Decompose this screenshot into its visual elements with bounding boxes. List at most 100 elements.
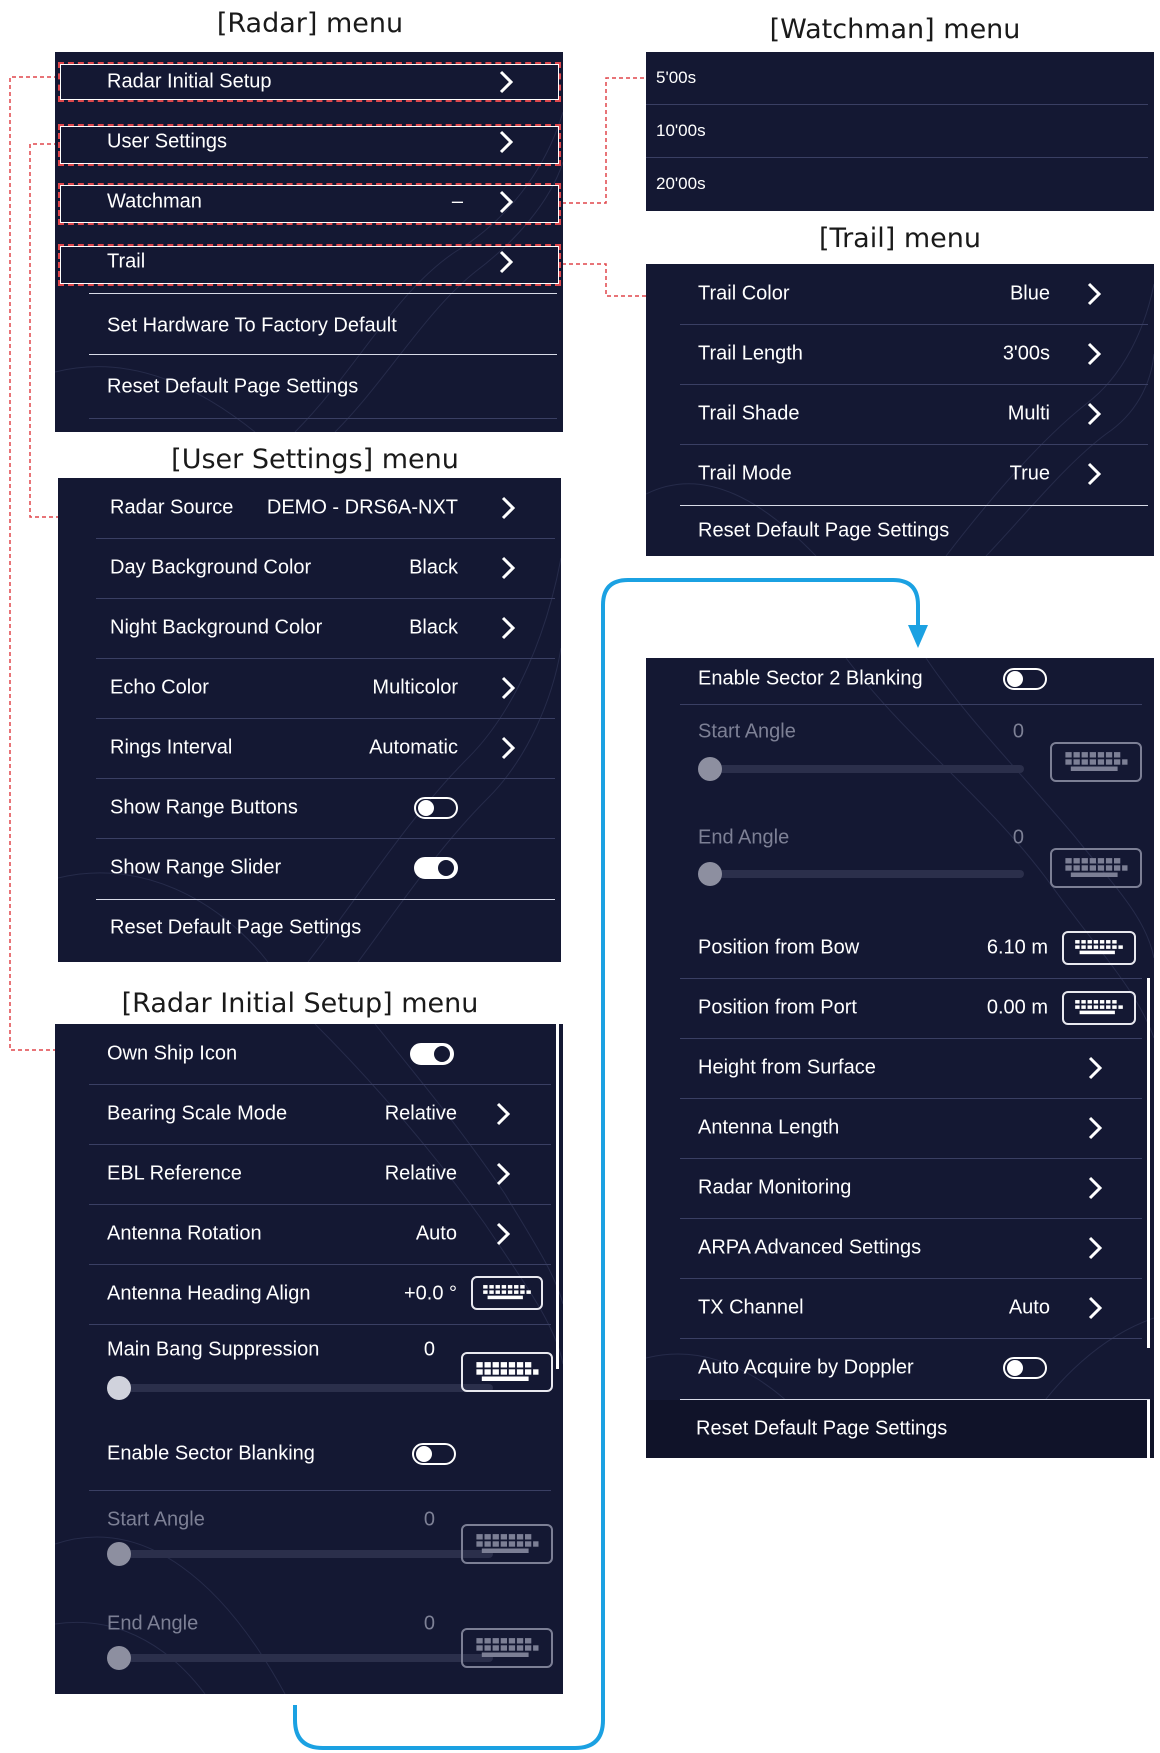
item-label: Start Angle [107, 1508, 205, 1531]
tx-channel-row[interactable]: TX Channel Auto [646, 1278, 1154, 1338]
item-label: Enable Sector Blanking [107, 1442, 315, 1465]
option-label: 10'00s [656, 121, 706, 140]
trail-reset-row[interactable]: Reset Default Page Settings [646, 506, 1154, 556]
option-label: 20'00s [656, 174, 706, 193]
trail-length-row[interactable]: Trail Length 3'00s [646, 324, 1154, 384]
item-value: Blue [1009, 282, 1050, 305]
user-settings-reset-row[interactable]: Reset Default Page Settings [58, 900, 561, 956]
keyboard-icon[interactable] [1062, 931, 1136, 965]
keyboard-icon[interactable] [1062, 991, 1136, 1025]
keyboard-icon[interactable] [461, 1628, 553, 1668]
bearing-scale-mode-row[interactable]: Bearing Scale Mode Relative [55, 1084, 563, 1144]
radar-menu-item-factory-default[interactable]: Set Hardware To Factory Default [55, 298, 563, 354]
end-angle-2-row: End Angle 0 [646, 808, 1154, 914]
main-bang-slider-thumb[interactable] [107, 1376, 131, 1400]
item-label: Show Range Slider [110, 856, 282, 879]
item-value: 0 [423, 1508, 435, 1531]
keyboard-icon[interactable] [461, 1524, 553, 1564]
rings-interval-row[interactable]: Rings Interval Automatic [58, 718, 561, 778]
item-value: 3'00s [1002, 342, 1050, 365]
auto-acquire-doppler-row: Auto Acquire by Doppler [646, 1338, 1154, 1398]
antenna-length-row[interactable]: Antenna Length [646, 1098, 1154, 1158]
item-value: Auto [1008, 1296, 1050, 1319]
end-angle-slider-track[interactable] [113, 1654, 493, 1662]
radar-source-row[interactable]: Radar Source DEMO - DRS6A-NXT [58, 478, 561, 538]
end-angle-2-slider-thumb[interactable] [698, 862, 722, 886]
item-label: Reset Default Page Settings [107, 375, 359, 398]
radar-menu-panel: Radar Initial Setup User Settings Watchm… [55, 52, 563, 432]
auto-acquire-doppler-toggle[interactable] [1003, 1357, 1047, 1379]
keyboard-keys [1065, 858, 1128, 877]
ebl-reference-row[interactable]: EBL Reference Relative [55, 1144, 563, 1204]
watchman-option[interactable]: 10'00s [646, 105, 1154, 157]
item-value: Relative [384, 1102, 457, 1125]
start-angle-2-row: Start Angle 0 [646, 704, 1154, 808]
item-label: Antenna Heading Align [107, 1282, 311, 1305]
keyboard-icon[interactable] [461, 1352, 553, 1392]
show-range-buttons-toggle[interactable] [414, 797, 458, 819]
item-label: TX Channel [698, 1296, 804, 1319]
trail-color-row[interactable]: Trail Color Blue [646, 264, 1154, 324]
item-label: Enable Sector 2 Blanking [698, 667, 923, 690]
antenna-rotation-row[interactable]: Antenna Rotation Auto [55, 1204, 563, 1264]
height-from-surface-row[interactable]: Height from Surface [646, 1038, 1154, 1098]
item-label: Reset Default Page Settings [110, 916, 362, 939]
start-angle-slider-thumb[interactable] [107, 1542, 131, 1566]
trail-mode-row[interactable]: Trail Mode True [646, 444, 1154, 504]
radar-menu-item-reset[interactable]: Reset Default Page Settings [55, 359, 563, 415]
start-angle-slider-track[interactable] [113, 1550, 493, 1558]
keyboard-keys [476, 1534, 539, 1553]
user-settings-menu-caption: [User Settings] menu [171, 444, 459, 475]
start-angle-2-slider-track[interactable] [704, 765, 1024, 773]
main-bang-slider-track[interactable] [113, 1384, 493, 1392]
chevron-right-icon [501, 496, 515, 520]
item-label: Bearing Scale Mode [107, 1102, 288, 1125]
chevron-right-icon [1088, 1116, 1102, 1140]
radar-monitoring-row[interactable]: Radar Monitoring [646, 1158, 1154, 1218]
radar-menu-caption: [Radar] menu [216, 8, 404, 39]
chevron-right-icon [1087, 402, 1101, 426]
initial-setup-reset-row[interactable]: Reset Default Page Settings [646, 1400, 1154, 1458]
item-label: EBL Reference [107, 1162, 242, 1185]
item-label: Auto Acquire by Doppler [698, 1356, 914, 1379]
day-background-color-row[interactable]: Day Background Color Black [58, 538, 561, 598]
show-range-slider-toggle[interactable] [414, 857, 458, 879]
item-label: Position from Bow [698, 936, 860, 959]
scrollbar[interactable] [1147, 1400, 1150, 1458]
keyboard-icon[interactable] [1050, 848, 1142, 888]
start-angle-2-slider-thumb[interactable] [698, 757, 722, 781]
keyboard-icon[interactable] [1050, 742, 1142, 782]
item-label: Main Bang Suppression [107, 1338, 320, 1361]
trail-shade-row[interactable]: Trail Shade Multi [646, 384, 1154, 444]
item-label: Day Background Color [110, 556, 312, 579]
watchman-option[interactable]: 20'00s [646, 158, 1154, 210]
position-from-bow-row: Position from Bow 6.10 m [646, 918, 1154, 978]
keyboard-icon[interactable] [471, 1276, 543, 1310]
keyboard-keys [483, 1285, 531, 1300]
watchman-option[interactable]: 5'00s [646, 52, 1154, 104]
end-angle-slider-thumb[interactable] [107, 1646, 131, 1670]
chevron-right-icon [501, 676, 515, 700]
keyboard-keys [476, 1638, 539, 1657]
item-value: 0 [423, 1338, 435, 1361]
show-range-buttons-row: Show Range Buttons [58, 778, 561, 838]
own-ship-icon-toggle[interactable] [410, 1043, 454, 1065]
item-label: Radar Monitoring [698, 1176, 852, 1199]
keyboard-keys [1065, 752, 1128, 771]
enable-sector2-blanking-toggle[interactable] [1003, 668, 1047, 690]
highlight-initial-setup [58, 62, 561, 102]
item-label: Trail Shade [698, 402, 800, 425]
chevron-right-icon [1088, 1056, 1102, 1080]
night-background-color-row[interactable]: Night Background Color Black [58, 598, 561, 658]
echo-color-row[interactable]: Echo Color Multicolor [58, 658, 561, 718]
keyboard-keys [476, 1362, 539, 1381]
item-value: 6.10 m [986, 936, 1048, 959]
radar-initial-setup-continued-panel: Enable Sector 2 Blanking Start Angle 0 E… [646, 658, 1154, 1458]
enable-sector-blanking-toggle[interactable] [412, 1443, 456, 1465]
arpa-advanced-settings-row[interactable]: ARPA Advanced Settings [646, 1218, 1154, 1278]
item-label: Height from Surface [698, 1056, 876, 1079]
item-value: Black [409, 616, 458, 639]
own-ship-icon-row: Own Ship Icon [55, 1024, 563, 1084]
end-angle-2-slider-track[interactable] [704, 870, 1024, 878]
toggle-knob [1007, 671, 1023, 687]
